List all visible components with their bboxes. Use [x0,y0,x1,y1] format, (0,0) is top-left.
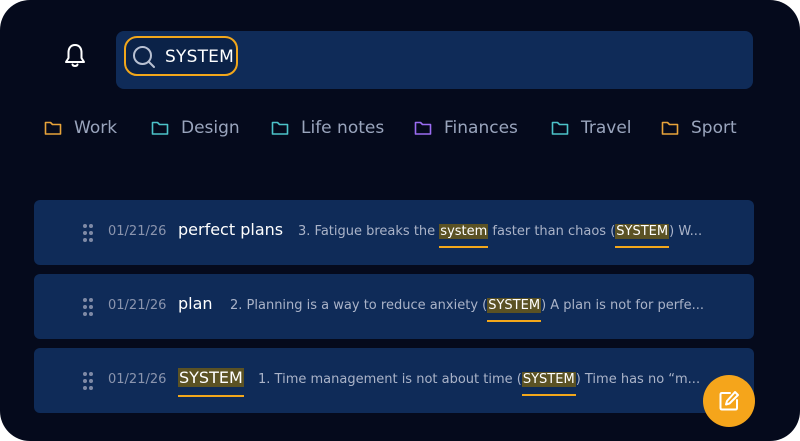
bell-icon [65,44,85,67]
folder-label: Travel [581,118,632,138]
search-match: SYSTEM [615,224,670,239]
note-title: SYSTEM [178,368,244,387]
note-title: perfect plans [178,220,284,239]
search-query: SYSTEM [165,47,234,67]
folder-icon [414,121,432,135]
search-bar[interactable]: SYSTEM [116,31,753,89]
note-card[interactable]: 01/21/26 perfect plans 3. Fatigue breaks… [34,200,754,265]
search-match: system [439,224,489,239]
note-card[interactable]: 01/21/26 SYSTEM 1. Time management is no… [34,348,754,413]
note-date: 01/21/26 [108,224,167,239]
folder-icon [151,121,169,135]
search-icon [133,46,155,68]
folder-design[interactable]: Design [151,114,240,142]
note-excerpt: 3. Fatigue breaks the system faster than… [298,224,703,239]
folder-icon [551,121,569,135]
folder-finances[interactable]: Finances [414,114,518,142]
edit-icon [719,391,739,411]
note-date: 01/21/26 [108,372,167,387]
folder-label: Sport [691,118,737,138]
drag-handle-icon[interactable] [83,224,95,242]
search-match: SYSTEM [487,298,542,313]
new-note-button[interactable] [703,375,755,427]
notifications-button[interactable] [62,42,88,70]
folder-label: Work [74,118,118,138]
folder-icon [44,121,62,135]
drag-handle-icon[interactable] [83,372,95,390]
note-card[interactable]: 01/21/26 plan 2. Planning is a way to re… [34,274,754,339]
folder-icon [661,121,679,135]
folder-sport[interactable]: Sport [661,114,737,142]
note-title: plan [178,294,213,313]
search-match: SYSTEM [521,372,576,387]
drag-handle-icon[interactable] [83,298,95,316]
note-excerpt: 1. Time management is not about time (SY… [258,372,701,387]
app-window: SYSTEM Work Design Life notes Finances T… [0,0,800,441]
folder-list: Work Design Life notes Finances Travel S… [44,114,784,142]
folder-icon [271,121,289,135]
search-match: SYSTEM [178,368,244,387]
folder-work[interactable]: Work [44,114,117,142]
folder-label: Life notes [301,118,385,138]
folder-label: Finances [444,118,518,138]
folder-travel[interactable]: Travel [551,114,632,142]
note-date: 01/21/26 [108,298,167,313]
search-input[interactable]: SYSTEM [124,36,238,76]
folder-life-notes[interactable]: Life notes [271,114,384,142]
note-excerpt: 2. Planning is a way to reduce anxiety (… [230,298,705,313]
folder-label: Design [181,118,240,138]
